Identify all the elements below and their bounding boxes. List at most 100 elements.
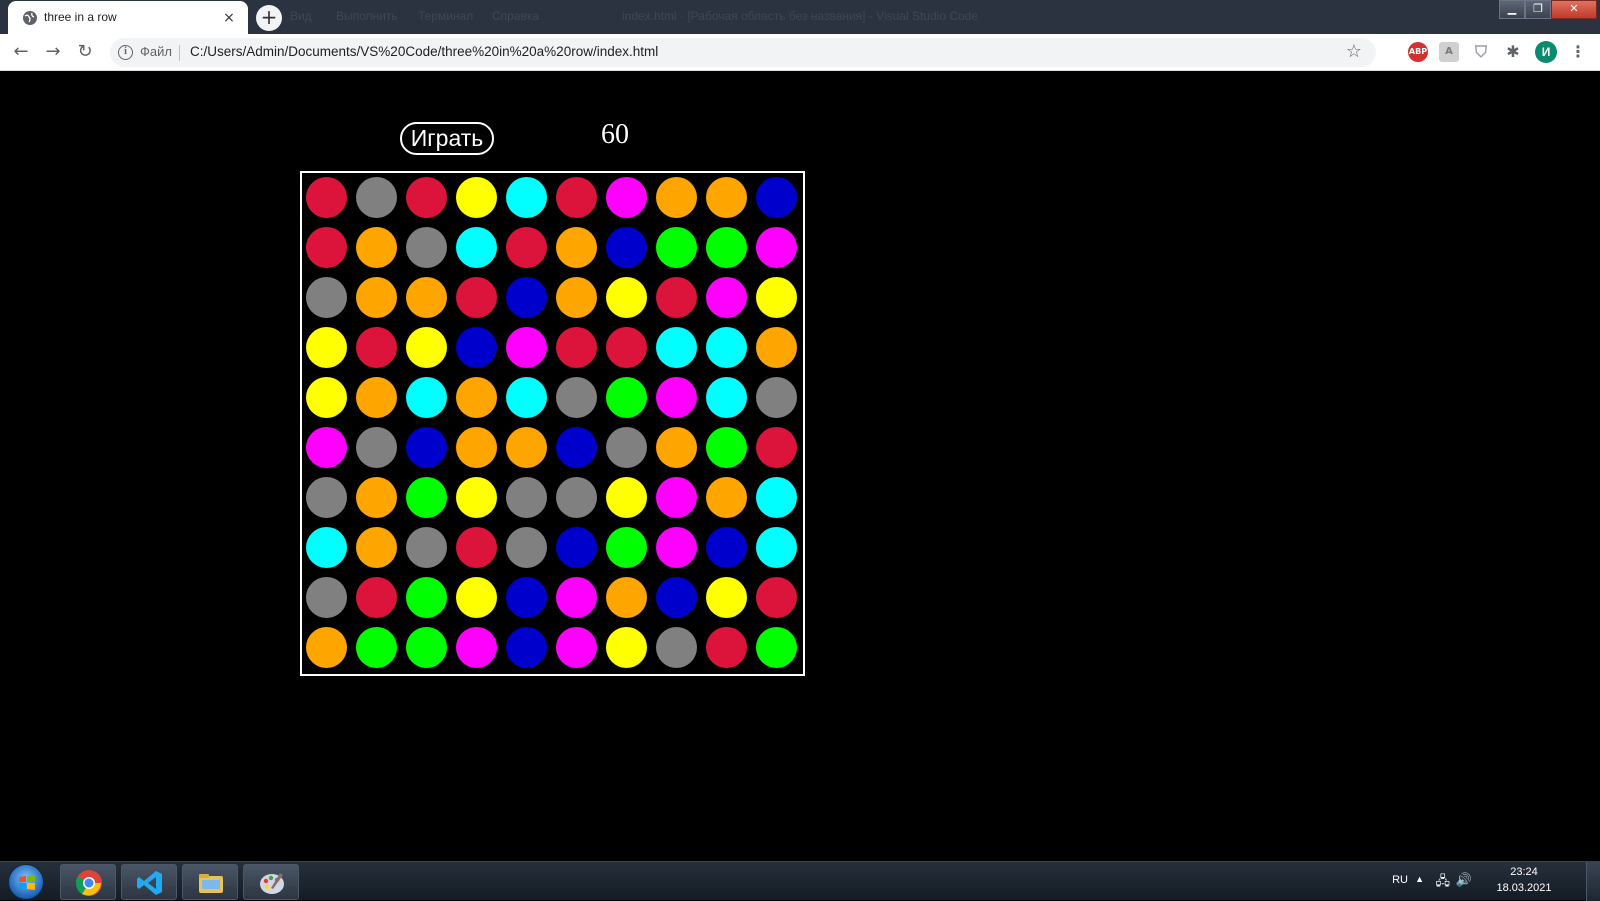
gem-cell[interactable] (756, 377, 797, 418)
gem-cell[interactable] (606, 377, 647, 418)
clock-date[interactable]: 18.03.2021 (1489, 882, 1559, 894)
gem-cell[interactable] (756, 327, 797, 368)
gem-cell[interactable] (506, 377, 547, 418)
gem-cell[interactable] (456, 277, 497, 318)
info-icon[interactable]: i (118, 45, 133, 60)
gem-cell[interactable] (656, 477, 697, 518)
gem-cell[interactable] (356, 177, 397, 218)
gem-cell[interactable] (706, 427, 747, 468)
browser-tab[interactable]: three in a row × (8, 1, 248, 34)
address-bar[interactable]: i Файл C:/Users/Admin/Documents/VS%20Cod… (110, 38, 1376, 67)
gem-cell[interactable] (556, 527, 597, 568)
gem-cell[interactable] (306, 177, 347, 218)
extensions-puzzle-icon[interactable]: ✱ (1503, 42, 1523, 62)
gem-cell[interactable] (356, 327, 397, 368)
gem-cell[interactable] (306, 377, 347, 418)
gem-cell[interactable] (456, 477, 497, 518)
gem-cell[interactable] (356, 577, 397, 618)
gem-cell[interactable] (406, 527, 447, 568)
gem-cell[interactable] (406, 177, 447, 218)
start-button[interactable] (8, 864, 44, 900)
browser-menu-icon[interactable]: ⋮ (1568, 42, 1588, 62)
gem-cell[interactable] (506, 327, 547, 368)
gem-cell[interactable] (506, 527, 547, 568)
gem-cell[interactable] (706, 477, 747, 518)
gem-cell[interactable] (606, 627, 647, 668)
gem-cell[interactable] (656, 377, 697, 418)
gem-cell[interactable] (556, 577, 597, 618)
gem-cell[interactable] (706, 627, 747, 668)
gem-cell[interactable] (756, 277, 797, 318)
gem-cell[interactable] (756, 427, 797, 468)
bookmark-star-icon[interactable]: ☆ (1346, 41, 1362, 62)
gem-cell[interactable] (706, 227, 747, 268)
gem-cell[interactable] (656, 627, 697, 668)
adblock-icon[interactable]: ABP (1408, 42, 1428, 62)
gem-cell[interactable] (406, 327, 447, 368)
network-icon[interactable]: 🖧 (1436, 872, 1451, 894)
gem-cell[interactable] (406, 377, 447, 418)
gem-cell[interactable] (556, 227, 597, 268)
gem-cell[interactable] (556, 277, 597, 318)
minimize-button[interactable]: ▁ (1499, 0, 1525, 19)
close-window-button[interactable]: ✕ (1551, 0, 1597, 19)
gem-cell[interactable] (456, 527, 497, 568)
tab-close-icon[interactable]: × (220, 9, 238, 27)
gem-cell[interactable] (556, 177, 597, 218)
gem-cell[interactable] (756, 627, 797, 668)
gem-cell[interactable] (356, 627, 397, 668)
gem-cell[interactable] (456, 227, 497, 268)
reload-button[interactable]: ↻ (73, 40, 97, 64)
gem-cell[interactable] (506, 177, 547, 218)
forward-button[interactable]: → (41, 40, 65, 64)
gem-cell[interactable] (456, 177, 497, 218)
gem-cell[interactable] (306, 427, 347, 468)
gem-cell[interactable] (656, 527, 697, 568)
taskbar-vscode[interactable] (121, 864, 177, 900)
gem-cell[interactable] (706, 177, 747, 218)
gem-cell[interactable] (656, 427, 697, 468)
gem-cell[interactable] (656, 577, 697, 618)
gem-cell[interactable] (606, 227, 647, 268)
gem-cell[interactable] (406, 277, 447, 318)
gem-cell[interactable] (406, 427, 447, 468)
gem-cell[interactable] (556, 377, 597, 418)
gem-cell[interactable] (356, 527, 397, 568)
gem-cell[interactable] (606, 327, 647, 368)
taskbar-chrome[interactable] (60, 864, 116, 900)
gem-cell[interactable] (306, 627, 347, 668)
taskbar-paint[interactable] (243, 864, 299, 900)
gem-cell[interactable] (406, 227, 447, 268)
gem-cell[interactable] (606, 577, 647, 618)
gem-cell[interactable] (306, 277, 347, 318)
gem-cell[interactable] (356, 227, 397, 268)
shield-icon[interactable]: ⛉ (1471, 42, 1491, 62)
gem-cell[interactable] (306, 327, 347, 368)
gem-cell[interactable] (606, 177, 647, 218)
gem-cell[interactable] (306, 527, 347, 568)
gem-cell[interactable] (406, 627, 447, 668)
gem-cell[interactable] (706, 527, 747, 568)
gem-cell[interactable] (756, 477, 797, 518)
language-indicator[interactable]: RU (1392, 874, 1408, 886)
gem-cell[interactable] (306, 477, 347, 518)
gem-cell[interactable] (606, 427, 647, 468)
gem-cell[interactable] (356, 427, 397, 468)
gem-cell[interactable] (456, 427, 497, 468)
gem-cell[interactable] (706, 277, 747, 318)
gem-cell[interactable] (606, 277, 647, 318)
gem-cell[interactable] (356, 477, 397, 518)
gem-cell[interactable] (456, 627, 497, 668)
gem-cell[interactable] (506, 627, 547, 668)
gem-cell[interactable] (556, 427, 597, 468)
gem-cell[interactable] (606, 477, 647, 518)
url-text[interactable]: C:/Users/Admin/Documents/VS%20Code/three… (190, 44, 658, 59)
show-desktop-button[interactable] (1586, 862, 1600, 901)
gem-cell[interactable] (556, 477, 597, 518)
gem-cell[interactable] (706, 577, 747, 618)
gem-cell[interactable] (656, 327, 697, 368)
gem-cell[interactable] (556, 327, 597, 368)
gem-cell[interactable] (306, 577, 347, 618)
new-tab-button[interactable]: + (256, 5, 282, 31)
clock-time[interactable]: 23:24 (1489, 866, 1559, 878)
